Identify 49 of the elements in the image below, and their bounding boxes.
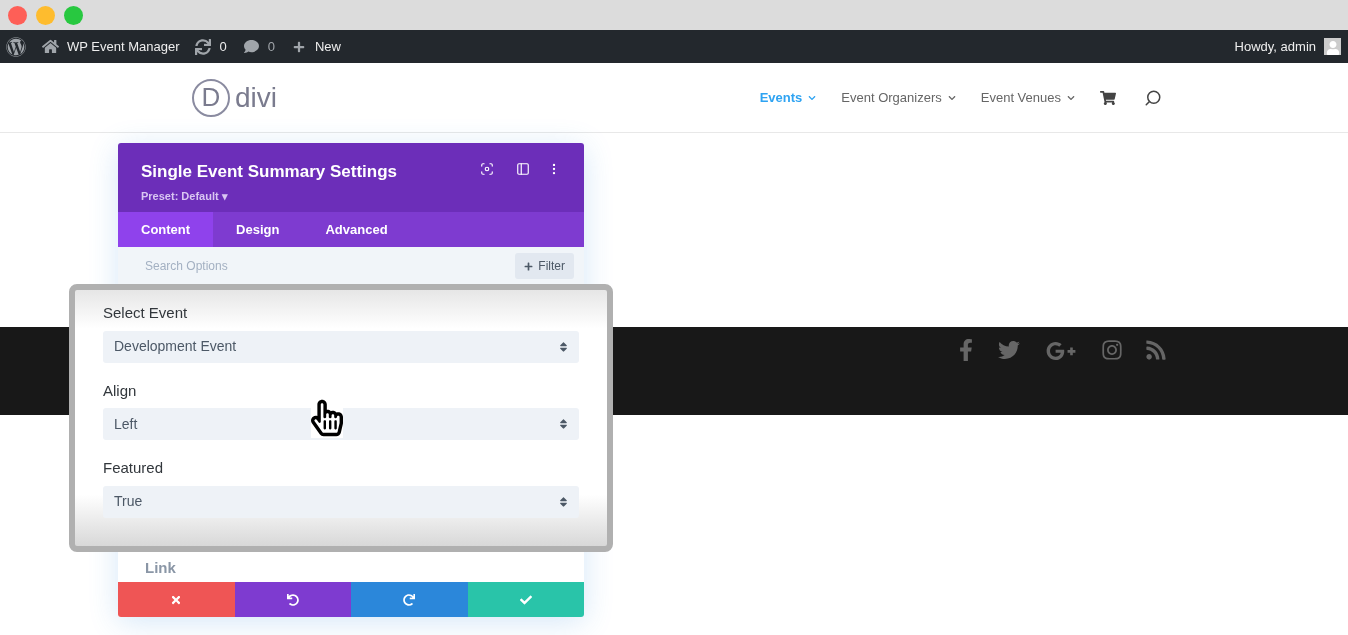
panel-tab[interactable]: Content <box>118 212 214 247</box>
select-field[interactable]: Development Event <box>103 330 579 363</box>
filter-button[interactable]: Filter <box>515 253 574 279</box>
cancel-icon <box>170 593 183 606</box>
home-icon[interactable] <box>42 38 59 55</box>
greeting-link[interactable]: Howdy, admin <box>1234 36 1316 57</box>
sort-arrows-icon <box>559 418 568 430</box>
save-icon <box>519 593 532 606</box>
search-field[interactable]: Search Options Filter <box>118 247 584 285</box>
panel-title: Single Event Summary Settings <box>141 161 397 183</box>
search-icon[interactable] <box>1144 88 1162 107</box>
undo-button[interactable] <box>234 582 351 617</box>
panel-tab[interactable]: Design <box>213 212 303 247</box>
hand-pointer-icon <box>311 398 343 438</box>
plus-icon[interactable] <box>292 40 305 53</box>
wordpress-icon[interactable] <box>6 36 26 57</box>
cart-icon[interactable] <box>1100 89 1116 106</box>
site-name-link[interactable]: WP Event Manager <box>67 36 180 57</box>
sidebar-icon[interactable] <box>516 162 530 176</box>
sort-arrows-icon <box>559 495 568 508</box>
chevron-down-icon <box>808 93 817 102</box>
instagram-icon[interactable] <box>1101 339 1123 361</box>
comment-icon[interactable] <box>243 39 259 54</box>
focus-icon[interactable] <box>480 162 494 176</box>
comments-count[interactable]: 0 <box>267 36 275 57</box>
chevron-down-icon <box>947 93 956 102</box>
select-field[interactable]: True <box>103 485 579 518</box>
updates-icon[interactable] <box>195 38 212 55</box>
facebook-icon[interactable] <box>957 339 975 361</box>
logo[interactable]: D divi <box>192 76 277 119</box>
nav-link[interactable]: Event Venues <box>980 87 1075 108</box>
close-window-icon[interactable] <box>8 5 27 25</box>
rss-icon[interactable] <box>1145 339 1167 361</box>
field-label: Align <box>103 380 138 401</box>
field-label: Link <box>145 557 176 578</box>
plus-icon <box>524 261 534 271</box>
redo-icon <box>403 593 416 606</box>
twitter-icon[interactable] <box>997 339 1021 361</box>
sort-arrows-icon <box>559 340 568 353</box>
new-link[interactable]: New <box>314 36 341 57</box>
field-label: Featured <box>103 458 165 478</box>
chevron-down-icon <box>1067 93 1075 102</box>
select-field[interactable]: Left <box>103 408 579 440</box>
preset-dropdown[interactable]: Preset: Default ▾ <box>141 187 397 204</box>
field-label: Select Event <box>103 303 189 323</box>
nav-link[interactable]: Event Organizers <box>841 87 956 108</box>
panel-tab[interactable]: Advanced <box>302 212 411 247</box>
updates-count[interactable]: 0 <box>219 36 227 57</box>
undo-icon <box>286 593 299 606</box>
